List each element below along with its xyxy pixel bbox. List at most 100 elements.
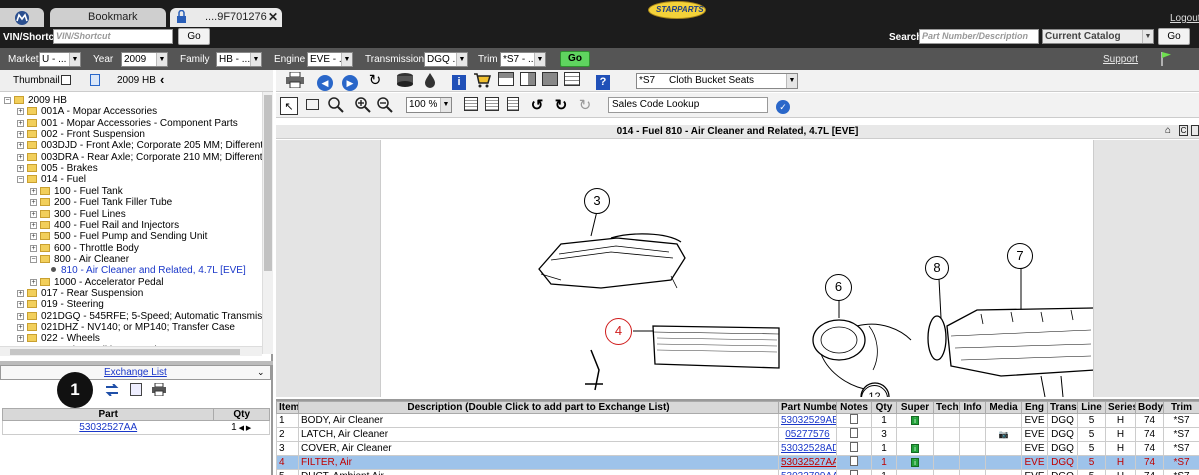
- flag-icon[interactable]: [1160, 51, 1172, 70]
- sales-code-input[interactable]: Sales Code Lookup: [608, 97, 768, 113]
- collapse-icon[interactable]: −: [17, 176, 24, 184]
- tree-scrollbar[interactable]: [262, 92, 273, 354]
- page-width-icon[interactable]: [483, 97, 501, 115]
- transfer-icon[interactable]: [105, 383, 119, 399]
- tree-node[interactable]: +200 - Fuel Tank Filler Tube: [30, 197, 172, 208]
- exchange-list-link[interactable]: Exchange List: [104, 367, 167, 378]
- decrease-arrow-icon[interactable]: ◀: [237, 425, 244, 432]
- expand-icon[interactable]: +: [17, 131, 24, 139]
- callout-8[interactable]: 8: [925, 256, 949, 280]
- tree-node[interactable]: +600 - Throttle Body: [30, 243, 139, 254]
- tree-node[interactable]: +002 - Front Suspension: [17, 129, 145, 140]
- zoom-out-icon[interactable]: [376, 97, 394, 115]
- transmission-select[interactable]: DGQ ... ▼: [424, 52, 468, 67]
- vin-input[interactable]: VIN/Shortcut: [53, 29, 173, 44]
- cell-part[interactable]: 53032529AB: [778, 413, 837, 428]
- expand-icon[interactable]: +: [30, 244, 37, 252]
- expand-icon[interactable]: +: [30, 233, 37, 241]
- list-details-icon[interactable]: [130, 383, 142, 396]
- tree-node[interactable]: +003DRA - Rear Axle; Corporate 210 MM; D…: [17, 152, 262, 163]
- table-row[interactable]: 4 FILTER, Air 53032527AA 1 i EVE DGQ 5 H 74 *S7: [276, 455, 1199, 470]
- oil-filter-icon[interactable]: [396, 72, 414, 90]
- notes-icon[interactable]: [850, 470, 858, 475]
- expand-icon[interactable]: +: [17, 324, 24, 331]
- table-row[interactable]: 5DUCT, Ambient Air53032799AA1EVEDGQ5H74*…: [276, 469, 1199, 475]
- tree-node[interactable]: +001A - Mopar Accessories: [17, 106, 157, 117]
- filter-go-button[interactable]: Go: [560, 51, 590, 67]
- trim-select[interactable]: *S7 - ... ▼: [500, 52, 546, 67]
- help-icon[interactable]: ?: [594, 72, 612, 90]
- cart-icon[interactable]: [473, 72, 491, 90]
- page-fit-icon[interactable]: [504, 97, 522, 115]
- expand-icon[interactable]: +: [30, 278, 37, 286]
- table-row[interactable]: 1 BODY, Air Cleaner 53032529AB 1 i EVE DGQ 5 H 74…: [276, 413, 1199, 428]
- table-row[interactable]: 2 LATCH, Air Cleaner 05277576 3 📷 EVE DGQ 5 H 74 *…: [276, 427, 1199, 442]
- expand-icon[interactable]: +: [17, 335, 24, 343]
- callout-6[interactable]: 6: [825, 274, 852, 301]
- fluid-drop-icon[interactable]: [421, 72, 439, 90]
- layout-list-icon[interactable]: [563, 72, 581, 90]
- check-circle-icon[interactable]: ✓: [774, 97, 792, 115]
- grid-header[interactable]: Eng: [1021, 401, 1048, 414]
- exchange-list-header[interactable]: Exchange List ⌄: [0, 365, 271, 380]
- cell-part[interactable]: 05277576: [778, 427, 837, 442]
- tree-node[interactable]: +1000 - Accelerator Pedal: [30, 277, 164, 288]
- callout-4[interactable]: 4: [605, 318, 632, 345]
- support-link[interactable]: Support: [1103, 54, 1138, 65]
- copy-icon[interactable]: C: [1179, 125, 1188, 136]
- pointer-icon[interactable]: ↖: [280, 97, 298, 115]
- grid-header[interactable]: Trans: [1047, 401, 1078, 414]
- reset-view-icon[interactable]: ↻: [576, 97, 594, 115]
- supersede-info-icon[interactable]: i: [911, 415, 919, 425]
- grid-header[interactable]: Series: [1105, 401, 1136, 414]
- home-icon[interactable]: ⌂: [1165, 125, 1171, 136]
- cell-notes[interactable]: [836, 469, 872, 475]
- exchange-row[interactable]: 53032527AA 1 ◀ ▶: [2, 421, 270, 435]
- tree-node-selected[interactable]: 810 - Air Cleaner and Related, 4.7L [EVE…: [43, 265, 246, 276]
- tree-node[interactable]: +300 - Fuel Lines: [30, 209, 126, 220]
- expand-icon[interactable]: +: [17, 301, 24, 309]
- tree-node[interactable]: +003DJD - Front Axle; Corporate 205 MM; …: [17, 140, 262, 151]
- notes-icon[interactable]: [850, 456, 858, 466]
- grid-header[interactable]: Info: [959, 401, 986, 414]
- tree-node[interactable]: +500 - Fuel Pump and Sending Unit: [30, 231, 207, 242]
- cell-notes[interactable]: [836, 413, 872, 428]
- zoom-select[interactable]: 100 % ▼: [406, 97, 452, 113]
- tab-vin[interactable]: ....9F701276 ✕: [170, 8, 282, 27]
- magnifier-icon[interactable]: [327, 97, 345, 115]
- tree-node[interactable]: − 014 - Fuel: [17, 174, 86, 185]
- thumbnail-checkbox[interactable]: [61, 75, 71, 85]
- catalog-select[interactable]: Current Catalog ▼: [1042, 29, 1154, 44]
- expand-icon[interactable]: +: [17, 312, 24, 320]
- vin-go-button[interactable]: Go: [178, 28, 210, 45]
- expand-icon[interactable]: +: [30, 199, 37, 207]
- tree-node[interactable]: − 800 - Air Cleaner: [30, 254, 129, 265]
- cell-part[interactable]: 53032527AA: [778, 455, 837, 470]
- grid-header[interactable]: Notes: [836, 401, 872, 414]
- cell-notes[interactable]: [836, 427, 872, 442]
- print-icon[interactable]: [286, 71, 304, 90]
- tab-bookmark[interactable]: Bookmark: [50, 8, 166, 27]
- tree-node[interactable]: +001 - Mopar Accessories - Component Par…: [17, 118, 238, 129]
- supersede-info-icon[interactable]: i: [911, 457, 919, 467]
- expand-icon[interactable]: +: [17, 165, 24, 173]
- cell-part[interactable]: 53032799AA: [778, 469, 837, 475]
- increase-arrow-icon[interactable]: ▶: [244, 425, 251, 432]
- cell-notes[interactable]: [836, 455, 872, 470]
- collapse-left-icon[interactable]: ‹: [160, 72, 164, 87]
- engine-select[interactable]: EVE - ... ▼: [307, 52, 353, 67]
- tree-node[interactable]: +005 - Brakes: [17, 163, 98, 174]
- tree-node[interactable]: +021DGQ - 545RFE; 5-Speed; Automatic Tra…: [17, 311, 262, 322]
- search-input[interactable]: Part Number/Description: [919, 29, 1039, 44]
- camera-icon[interactable]: 📷: [999, 430, 1009, 439]
- callout-3[interactable]: 3: [584, 188, 610, 214]
- notes-icon[interactable]: [850, 428, 858, 438]
- cell-part[interactable]: 53032528AD: [778, 441, 837, 456]
- grid-header[interactable]: Item: [276, 401, 299, 414]
- info-icon[interactable]: i: [450, 72, 468, 90]
- expand-icon[interactable]: +: [17, 153, 24, 161]
- family-select[interactable]: HB - ... ▼: [216, 52, 262, 67]
- exchange-part-link[interactable]: 53032527AA: [3, 421, 213, 434]
- zoom-in-icon[interactable]: [354, 97, 372, 115]
- back-arrow-icon[interactable]: ◀: [316, 73, 334, 91]
